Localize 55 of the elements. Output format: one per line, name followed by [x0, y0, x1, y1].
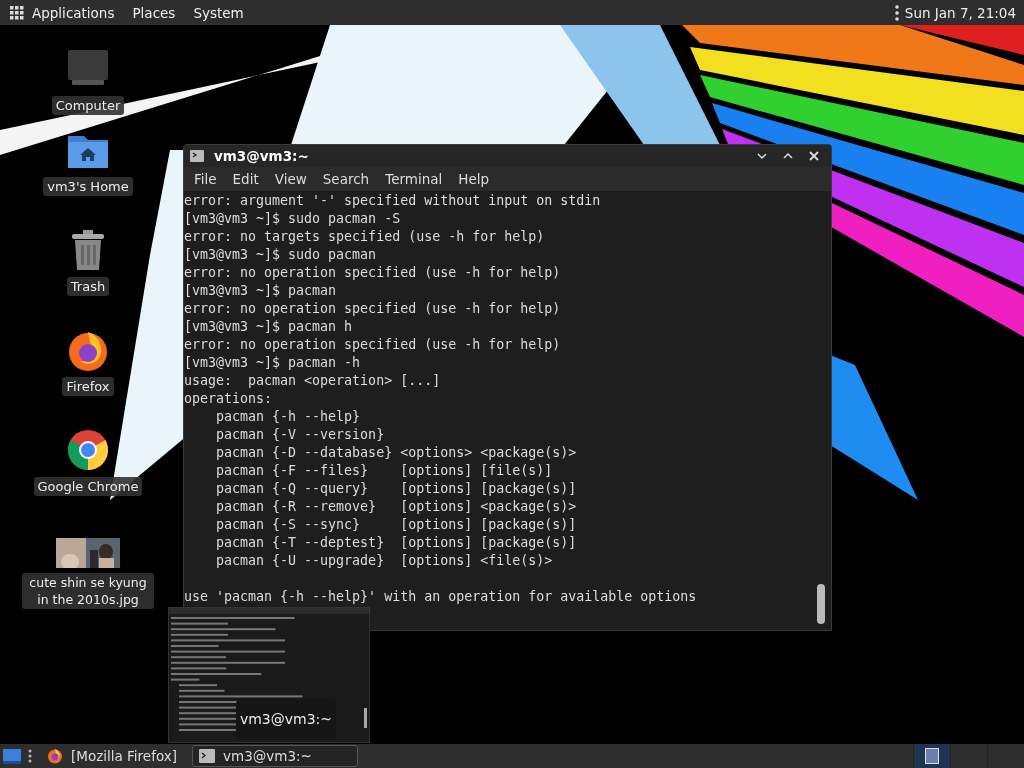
- workspace-button[interactable]: [913, 744, 950, 768]
- firefox-icon: [47, 748, 63, 764]
- terminal-line: pacman {-h --help}: [215, 408, 362, 426]
- terminal-icon: [199, 749, 216, 763]
- menu-item[interactable]: Edit: [224, 171, 267, 187]
- panel-menu[interactable]: System: [193, 4, 244, 21]
- menu-item[interactable]: Help: [450, 171, 498, 187]
- icon-label[interactable]: Computer: [51, 96, 125, 115]
- close-icon: [809, 151, 819, 161]
- icon-label[interactable]: Google Chrome: [33, 477, 143, 496]
- handle-icon[interactable]: [28, 749, 32, 763]
- terminal-line: pacman {-T --deptest} [options] [package(s)]: [215, 534, 578, 552]
- terminal-line: [vm3@vm3 ~]$ pacman -h: [184, 354, 362, 372]
- menu-item[interactable]: Search: [314, 171, 378, 187]
- menu-item[interactable]: View: [266, 171, 315, 187]
- chrome-icon[interactable]: [66, 428, 110, 472]
- terminal-line: pacman {-F --files} [options] [file(s)]: [215, 462, 554, 480]
- panel-menu[interactable]: Places: [132, 4, 176, 21]
- window-title: vm3@vm3:~: [214, 148, 309, 164]
- show-desktop-icon[interactable]: [2, 747, 22, 765]
- terminal-line: [vm3@vm3 ~]$ pacman h: [184, 318, 354, 336]
- terminal-line: error: argument '-' specified without input on stdin: [184, 192, 602, 210]
- terminal-line: pacman {-Q --query} [options] [package(s)]: [215, 480, 578, 498]
- taskbar-button[interactable]: vm3@vm3:~: [192, 745, 359, 767]
- terminal-line: pacman {-D --database} <options> <package(s)>: [215, 444, 578, 462]
- dots-icon[interactable]: [894, 4, 899, 21]
- chevron-up-icon: [783, 152, 793, 159]
- terminal-line: error: no operation specified (use -h for help): [184, 336, 562, 354]
- terminal-icon: [190, 150, 204, 162]
- terminal-line: usage: pacman <operation> [...]: [184, 372, 442, 390]
- menu-item[interactable]: Terminal: [377, 171, 451, 187]
- terminal-line: [vm3@vm3 ~]$ sudo pacman: [184, 246, 378, 264]
- icon-label[interactable]: cute shin se kyung in the 2010s.jpg: [22, 573, 154, 609]
- terminal-line: operations:: [184, 390, 274, 408]
- terminal-line: pacman {-S --sync} [options] [package(s)]: [215, 516, 578, 534]
- menu-item[interactable]: File: [186, 171, 225, 187]
- terminal-line: pacman {-V --version}: [215, 426, 386, 444]
- terminal-line: [vm3@vm3 ~]$ pacman: [184, 282, 338, 300]
- terminal-line: error: no targets specified (use -h for help): [184, 228, 546, 246]
- clock[interactable]: Sun Jan 7, 21:04: [904, 4, 1016, 21]
- taskbar-button[interactable]: [Mozilla Firefox]: [40, 745, 187, 767]
- chevron-down-icon: [757, 153, 767, 160]
- terminal-line: [vm3@vm3 ~]$ sudo pacman -S: [184, 210, 402, 228]
- tooltip: vm3@vm3:~: [236, 698, 336, 740]
- terminal-line: pacman {-R --remove} [options] <package(s)>: [215, 498, 578, 516]
- terminal-line: pacman {-U --upgrade} [options] <file(s)>: [215, 552, 554, 570]
- terminal-line: error: no operation specified (use -h for help): [184, 264, 562, 282]
- scrollbar-thumb[interactable]: [817, 584, 825, 624]
- apps-grid-icon[interactable]: [10, 5, 24, 20]
- terminal-line: error: no operation specified (use -h for help): [184, 300, 562, 318]
- icon-label[interactable]: Firefox: [62, 377, 114, 396]
- icon-label[interactable]: vm3's Home: [43, 177, 133, 196]
- icon-label[interactable]: Trash: [66, 277, 110, 296]
- terminal-line: use 'pacman {-h --help}' with an operation for available options: [184, 588, 698, 606]
- panel-menu[interactable]: Applications: [32, 4, 115, 21]
